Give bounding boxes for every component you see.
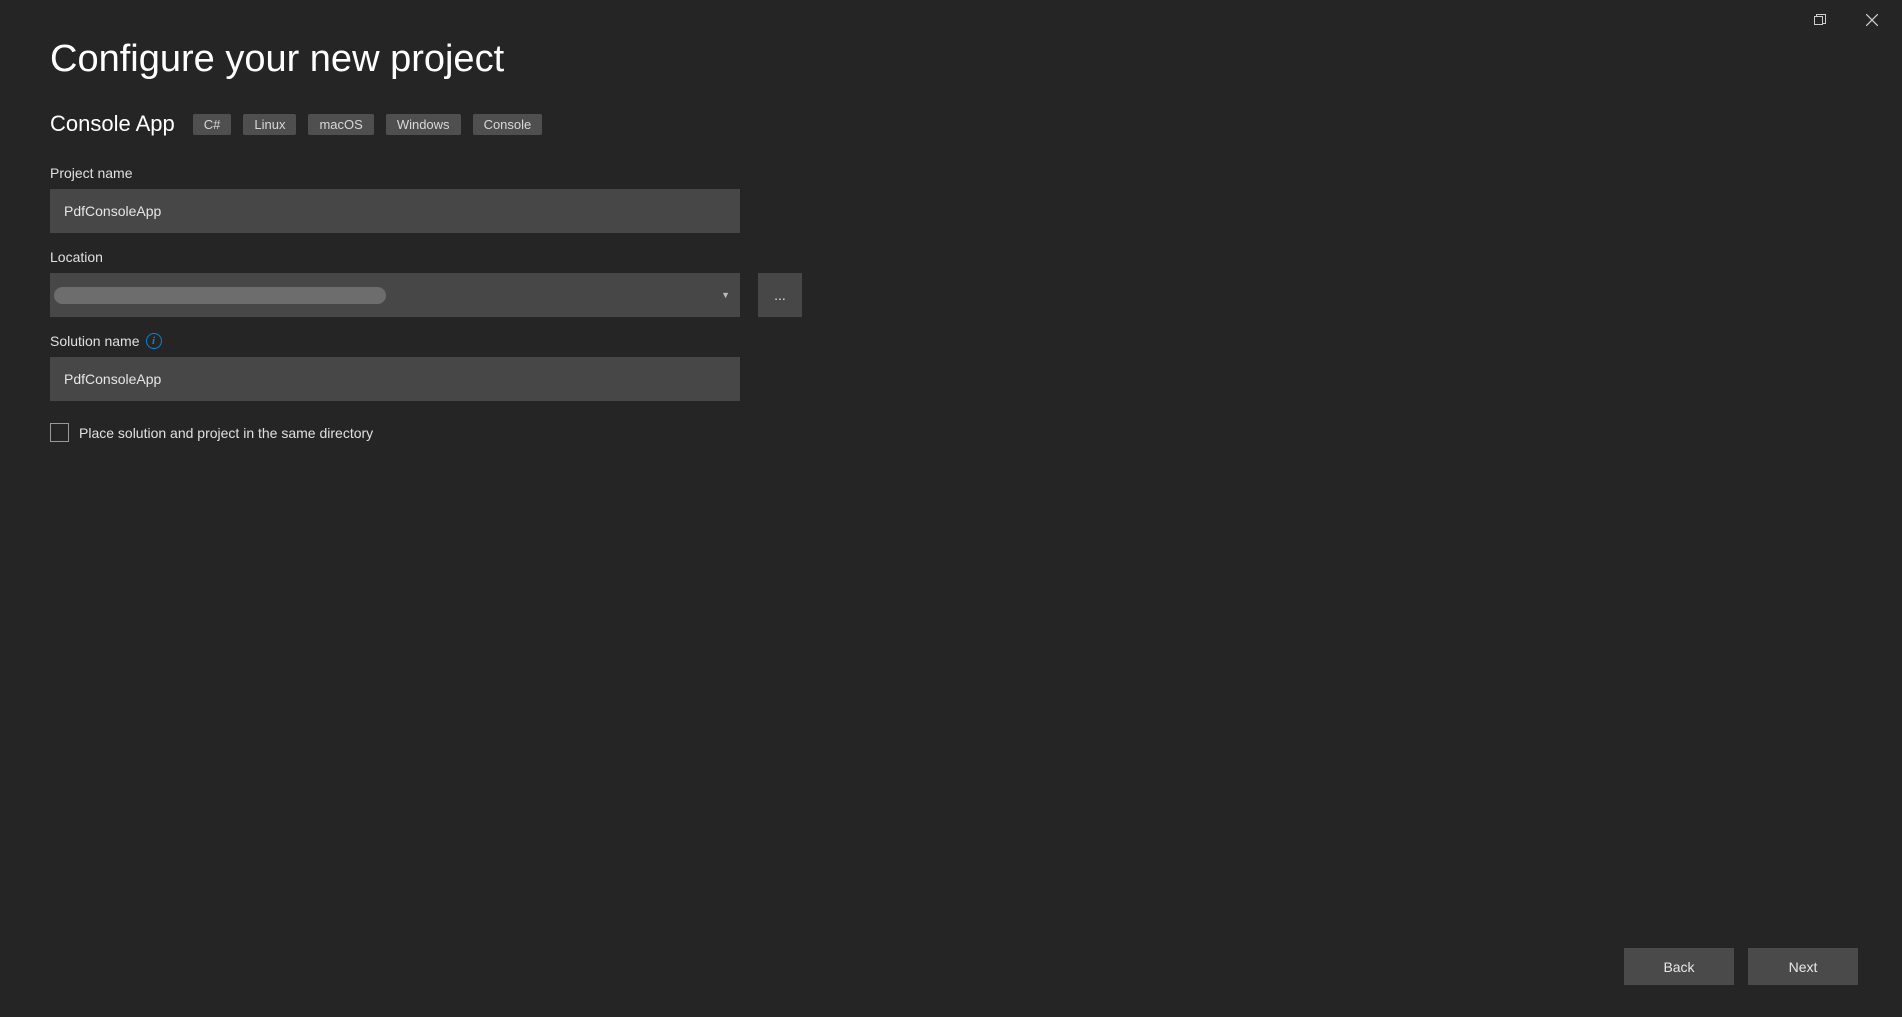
location-combo-wrapper: ▼ — [50, 273, 740, 317]
location-redacted — [54, 287, 386, 304]
project-name-group: Project name — [50, 165, 1852, 233]
page-title: Configure your new project — [50, 38, 1852, 81]
tags-container: C# Linux macOS Windows Console — [193, 114, 543, 135]
close-button[interactable] — [1856, 8, 1888, 32]
tag-macos: macOS — [308, 114, 373, 135]
tag-csharp: C# — [193, 114, 232, 135]
tag-console: Console — [473, 114, 543, 135]
location-label: Location — [50, 249, 1852, 265]
browse-location-button[interactable]: ... — [758, 273, 802, 317]
location-row: ▼ ... — [50, 273, 1852, 317]
project-type-row: Console App C# Linux macOS Windows Conso… — [50, 111, 1852, 137]
project-type-name: Console App — [50, 111, 175, 137]
title-bar — [1790, 0, 1902, 40]
project-name-input[interactable] — [50, 189, 740, 233]
tag-windows: Windows — [386, 114, 461, 135]
solution-name-input[interactable] — [50, 357, 740, 401]
project-name-label: Project name — [50, 165, 1852, 181]
place-solution-checkbox[interactable] — [50, 423, 69, 442]
main-content: Configure your new project Console App C… — [0, 0, 1902, 492]
solution-name-group: Solution name i — [50, 333, 1852, 401]
place-solution-row[interactable]: Place solution and project in the same d… — [50, 423, 1852, 442]
maximize-icon — [1814, 14, 1826, 26]
solution-name-label: Solution name — [50, 333, 140, 349]
back-button[interactable]: Back — [1624, 948, 1734, 985]
close-icon — [1866, 14, 1878, 26]
place-solution-label[interactable]: Place solution and project in the same d… — [79, 425, 373, 441]
location-group: Location ▼ ... — [50, 249, 1852, 317]
next-button[interactable]: Next — [1748, 948, 1858, 985]
info-icon[interactable]: i — [146, 333, 162, 349]
solution-name-label-row: Solution name i — [50, 333, 1852, 349]
tag-linux: Linux — [243, 114, 296, 135]
footer: Back Next — [1624, 948, 1858, 985]
maximize-button[interactable] — [1804, 8, 1836, 32]
